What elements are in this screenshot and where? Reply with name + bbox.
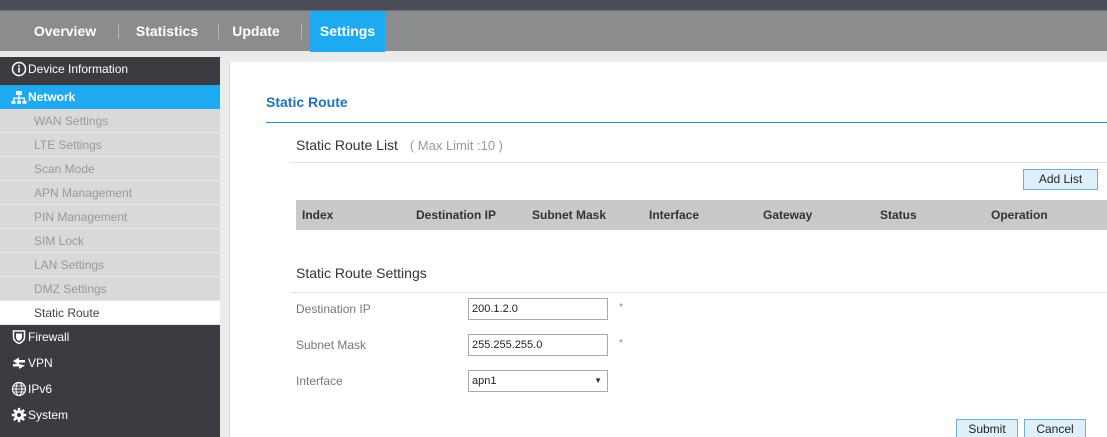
vpn-icon [13, 357, 25, 369]
sidebar-item-sim-lock[interactable]: SIM Lock [0, 229, 220, 253]
tab-overview[interactable]: Overview [20, 11, 110, 52]
tab-settings[interactable]: Settings [310, 11, 385, 52]
sidebar-item-pin-management[interactable]: PIN Management [0, 205, 220, 229]
sidebar-item-dmz-settings[interactable]: DMZ Settings [0, 277, 220, 301]
title-divider [266, 122, 1107, 123]
sidebar: Device Information Network WAN Settings … [0, 57, 220, 437]
sidebar-item-network[interactable]: Network [0, 85, 220, 109]
column-header-index: Index [302, 208, 334, 222]
sidebar-item-label: IPv6 [28, 382, 53, 396]
sidebar-item-label: Firewall [28, 330, 70, 344]
settings-divider [290, 292, 1107, 293]
sidebar-item-label: VPN [28, 356, 53, 370]
tab-separator [218, 24, 219, 39]
top-strip [0, 0, 1107, 10]
sidebar-item-apn-management[interactable]: APN Management [0, 181, 220, 205]
sidebar-item-lan-settings[interactable]: LAN Settings [0, 253, 220, 277]
column-header-subnet-mask: Subnet Mask [532, 208, 607, 222]
max-limit-text: ( Max Limit :10 ) [409, 138, 504, 153]
column-header-operation: Operation [991, 208, 1048, 222]
list-title-text: Static Route List [296, 137, 398, 153]
tab-update[interactable]: Update [226, 11, 286, 52]
subnet-mask-input[interactable] [468, 334, 608, 356]
sidebar-item-device-information[interactable]: Device Information [0, 57, 220, 81]
tab-separator [118, 24, 119, 39]
static-route-table-header: Index Destination IP Subnet Mask Interfa… [296, 200, 1107, 230]
interface-label: Interface [296, 374, 343, 388]
sidebar-item-wan-settings[interactable]: WAN Settings [0, 109, 220, 133]
sidebar-item-lte-settings[interactable]: LTE Settings [0, 133, 220, 157]
column-header-destination-ip: Destination IP [416, 208, 497, 222]
add-list-button[interactable]: Add List [1023, 169, 1098, 190]
tab-separator [301, 24, 302, 39]
cancel-button[interactable]: Cancel [1024, 419, 1086, 437]
tab-statistics[interactable]: Statistics [127, 11, 207, 52]
required-mark: * [619, 338, 623, 349]
gear-icon [11, 407, 27, 423]
sidebar-item-firewall[interactable]: Firewall [0, 325, 220, 349]
network-icon [11, 91, 27, 104]
submit-button[interactable]: Submit [956, 419, 1018, 437]
required-mark: * [619, 302, 623, 313]
sidebar-item-label: System [28, 408, 69, 422]
sidebar-item-system[interactable]: System [0, 403, 220, 427]
shield-icon [12, 330, 26, 345]
list-divider [290, 162, 1107, 163]
static-route-settings-heading: Static Route Settings [296, 265, 427, 281]
subnet-mask-label: Subnet Mask [296, 338, 367, 352]
static-route-list-heading: Static Route List ( Max Limit :10 ) [296, 137, 503, 153]
top-nav: Overview Statistics Update Settings [0, 10, 1107, 52]
destination-ip-input[interactable] [468, 298, 608, 320]
destination-ip-label: Destination IP [296, 302, 371, 316]
chevron-down-icon: ▼ [594, 376, 602, 385]
sidebar-item-static-route[interactable]: Static Route [0, 301, 220, 325]
sidebar-item-label: Network [28, 90, 76, 104]
interface-select[interactable]: apn1 ▼ [468, 370, 608, 392]
main-panel: Static Route Static Route List ( Max Lim… [229, 62, 1107, 437]
info-icon [11, 61, 27, 77]
interface-selected-value: apn1 [472, 375, 497, 387]
sidebar-item-ipv6[interactable]: IPv6 [0, 377, 220, 401]
column-header-interface: Interface [649, 208, 700, 222]
page-title: Static Route [266, 94, 348, 110]
sidebar-item-vpn[interactable]: VPN [0, 351, 220, 375]
sidebar-item-label: Device Information [28, 62, 129, 76]
sidebar-item-scan-mode[interactable]: Scan Mode [0, 157, 220, 181]
column-header-status: Status [880, 208, 917, 222]
column-header-gateway: Gateway [763, 208, 813, 222]
ipv6-globe-icon [11, 381, 27, 397]
